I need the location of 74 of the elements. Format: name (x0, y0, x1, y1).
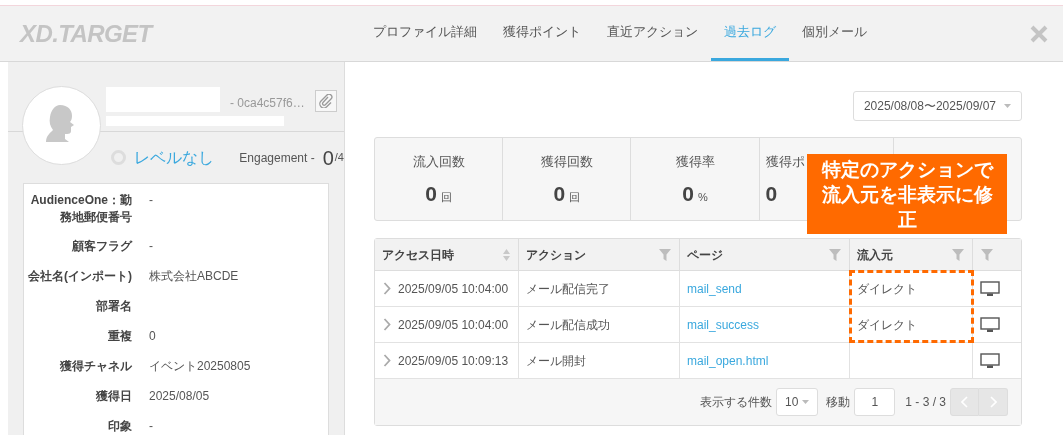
goto-label: 移動 (826, 394, 851, 411)
per-page-label: 表示する件数 (699, 394, 772, 411)
monitor-icon[interactable] (980, 280, 1000, 297)
caret-down-icon (802, 400, 810, 404)
table-cell-text: 2025/09/05 10:04:00 (398, 280, 509, 298)
engagement-total: /4 (334, 150, 344, 166)
stat-value: 0 (682, 180, 694, 207)
column-header[interactable]: 流入元 (849, 239, 972, 270)
table-cell-text: 2025/09/05 10:04:00 (398, 316, 509, 334)
previous-page-button[interactable] (950, 388, 979, 416)
per-page-select[interactable]: 10 (775, 388, 819, 416)
engagement-label: Engagement - (239, 149, 315, 167)
column-header[interactable]: アクセス日時 (375, 239, 518, 270)
column-header[interactable]: アクション (518, 239, 679, 270)
field-value: - (149, 418, 153, 435)
stat-label: 獲得回数 (540, 153, 593, 171)
filter-icon[interactable] (658, 247, 672, 262)
close-icon (1030, 24, 1048, 43)
stat-value: 0 (553, 180, 566, 207)
field-value: - (149, 192, 153, 209)
stat-label: 獲得率 (675, 153, 715, 171)
field-label: 会社名(インポート) (27, 268, 132, 285)
chevron-right-icon[interactable] (383, 282, 391, 295)
field-label: 獲得チャネル (59, 358, 132, 375)
level-label: レベルなし (133, 147, 215, 168)
paperclip-icon (318, 94, 333, 108)
chevron-right-icon (989, 396, 997, 408)
page-range: 1 - 3 / 3 (905, 394, 946, 411)
field-label: 獲得日 (95, 388, 132, 405)
stat-unit: 回 (569, 189, 581, 205)
table-cell-text: ダイレクト (857, 280, 917, 298)
monitor-icon[interactable] (980, 316, 1000, 333)
chevron-left-icon (961, 396, 968, 408)
filter-icon[interactable] (828, 247, 842, 262)
filter-icon[interactable] (980, 247, 994, 262)
user-id: - 0ca4c57f6… (230, 95, 305, 112)
field-value: - (149, 238, 153, 255)
filter-icon[interactable] (951, 247, 965, 262)
chevron-right-icon[interactable] (383, 354, 391, 367)
chevron-right-icon[interactable] (383, 318, 391, 331)
tab[interactable]: プロファイル詳細 (360, 6, 490, 61)
stat-value: 0 (765, 180, 778, 207)
tab[interactable]: 個別メール (789, 6, 880, 61)
field-value: 0 (149, 328, 156, 345)
stat-label: 獲得ポ (765, 153, 805, 171)
monitor-icon[interactable] (980, 352, 1000, 369)
field-label: 顧客フラグ (71, 238, 132, 255)
field-label: 部署名 (95, 298, 132, 315)
engagement-value: 0 (322, 147, 334, 168)
table-cell-text: 2025/09/05 10:09:13 (398, 352, 509, 370)
table-cell-text: メール配信完了 (526, 280, 610, 298)
field-label: AudienceOne：勤務地郵便番号 (29, 192, 132, 226)
stat-value: 0 (425, 180, 437, 207)
annotation-callout: 特定のアクションで流入元を非表示に修正 (807, 154, 1007, 234)
field-label: 重複 (107, 328, 132, 345)
attach-button[interactable] (314, 90, 337, 112)
date-range-dropdown[interactable]: 2025/08/08〜2025/09/07 (852, 91, 1022, 121)
table-cell-text: メール開封 (526, 352, 586, 370)
goto-input[interactable]: 1 (854, 388, 896, 416)
column-header[interactable]: ページ (679, 239, 849, 270)
field-value: 2025/08/05 (149, 388, 210, 405)
stat-label: 流入回数 (412, 153, 465, 171)
stat-unit: % (697, 189, 708, 205)
field-label: 印象 (107, 418, 132, 435)
caret-down-icon (1004, 104, 1011, 108)
field-value: 株式会社ABCDE (149, 268, 239, 285)
next-page-button[interactable] (979, 388, 1008, 416)
tab[interactable]: 直近アクション (594, 6, 711, 61)
sort-icon[interactable] (502, 247, 511, 262)
table-cell-text: メール配信成功 (526, 316, 610, 334)
field-value: イベント20250805 (149, 358, 251, 375)
tab[interactable]: 獲得ポイント (490, 6, 594, 61)
stat-unit: 回 (440, 189, 452, 205)
table-cell-text: ダイレクト (857, 316, 917, 334)
